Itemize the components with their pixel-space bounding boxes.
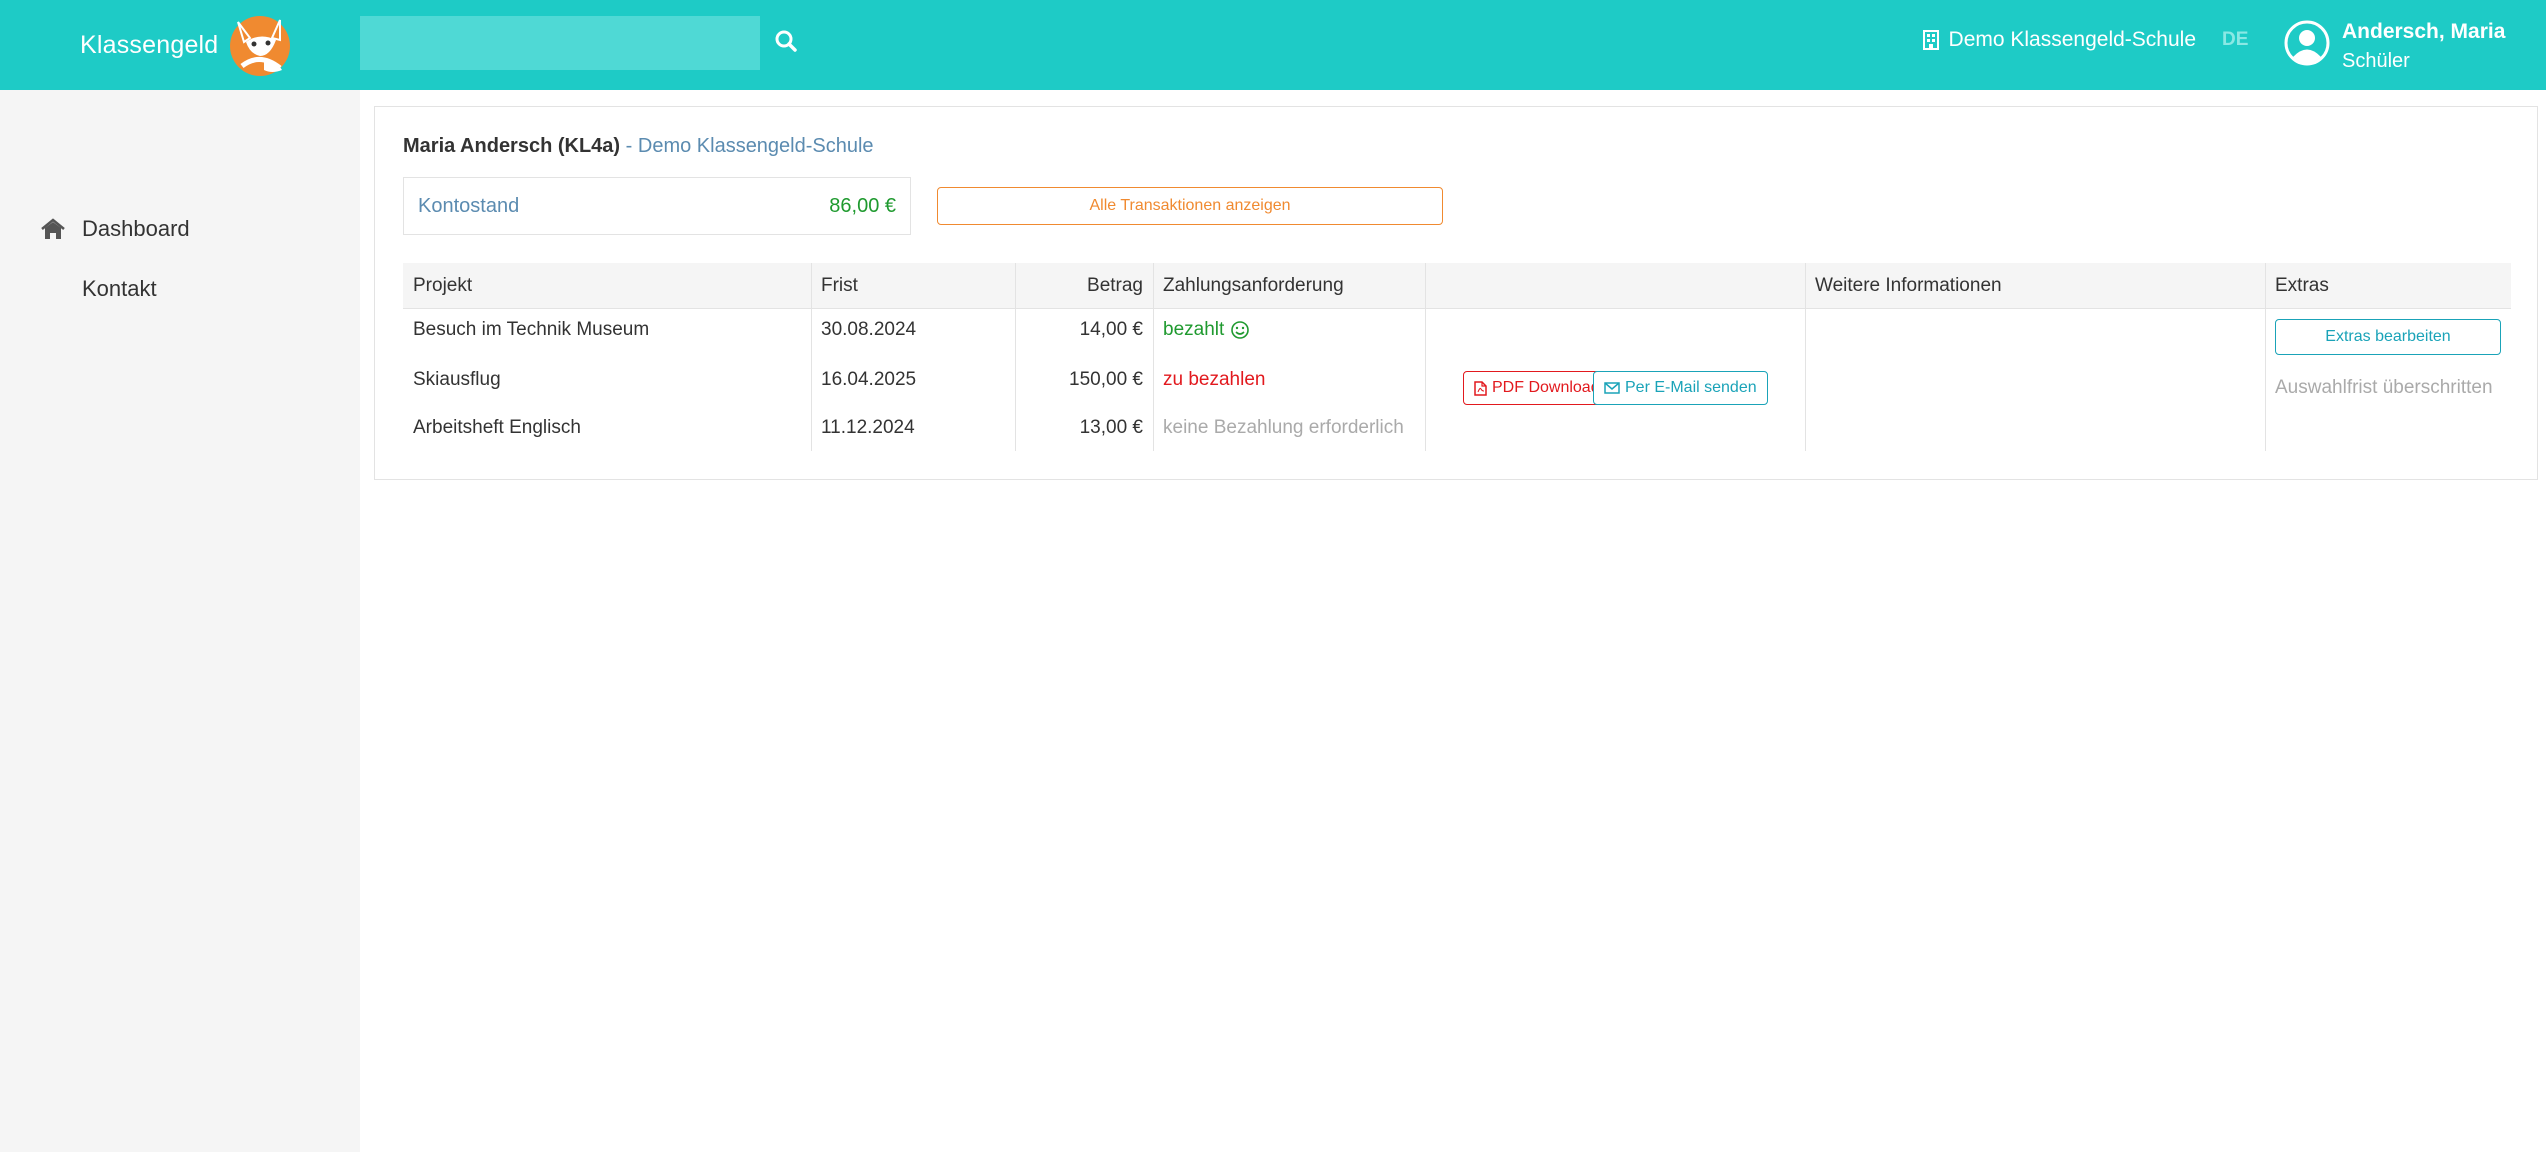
column-header-projekt[interactable]: Projekt xyxy=(403,263,811,309)
status-due: zu bezahlen xyxy=(1163,369,1266,390)
column-divider xyxy=(1425,263,1426,451)
top-navbar: Klassengeld Demo Klassengeld-Schule DE A… xyxy=(0,0,2546,90)
status-no-payment: keine Bezahlung erforderlich xyxy=(1163,417,1404,438)
cell-project: Besuch im Technik Museum xyxy=(413,319,650,340)
fox-logo-icon xyxy=(230,16,291,76)
extras-expired-text: Auswahlfrist überschritten xyxy=(2275,377,2493,398)
column-header-extras[interactable]: Extras xyxy=(2265,263,2511,309)
cell-amount: 150,00 € xyxy=(1069,369,1143,390)
pdf-download-label: PDF Download xyxy=(1492,379,1600,396)
search-icon[interactable] xyxy=(772,27,800,55)
language-switch[interactable]: DE xyxy=(2222,29,2248,51)
table-header: Projekt Frist Betrag Zahlungsanforderung… xyxy=(403,263,2511,309)
send-email-button[interactable]: Per E-Mail senden xyxy=(1593,371,1768,405)
all-transactions-button[interactable]: Alle Transaktionen anzeigen xyxy=(937,187,1443,225)
cell-deadline: 11.12.2024 xyxy=(821,417,915,438)
sidebar-item-dashboard[interactable]: Dashboard xyxy=(40,216,190,242)
column-header-weitere-informationen[interactable]: Weitere Informationen xyxy=(1805,263,2265,309)
balance-value: 86,00 € xyxy=(829,194,896,217)
building-icon xyxy=(1922,30,1939,50)
school-selector[interactable]: Demo Klassengeld-Schule xyxy=(1922,28,2196,52)
cell-deadline: 16.04.2025 xyxy=(821,369,917,390)
school-name: Demo Klassengeld-Schule xyxy=(1948,28,2196,51)
column-divider xyxy=(2265,263,2266,451)
smile-icon xyxy=(1231,321,1250,339)
column-header-frist[interactable]: Frist xyxy=(811,263,1015,309)
title-separator: - xyxy=(620,135,638,157)
sidebar: Dashboard Kontakt xyxy=(0,90,360,1152)
user-role: Schüler xyxy=(2342,50,2410,72)
cell-amount: 13,00 € xyxy=(1079,417,1143,438)
cell-amount: 14,00 € xyxy=(1079,319,1143,340)
status-paid: bezahlt xyxy=(1163,319,1225,340)
search-input[interactable] xyxy=(360,16,760,70)
envelope-icon xyxy=(1604,382,1620,394)
sidebar-item-label: Dashboard xyxy=(82,216,190,241)
student-name: Maria Andersch (KL4a) xyxy=(403,135,621,157)
cell-deadline: 30.08.2024 xyxy=(821,319,917,340)
cell-project: Skiausflug xyxy=(413,369,501,390)
column-header-betrag[interactable]: Betrag xyxy=(1015,263,1153,309)
pdf-download-button[interactable]: PDF Download xyxy=(1463,371,1611,405)
edit-extras-button[interactable]: Extras bearbeiten xyxy=(2275,319,2501,355)
sidebar-item-kontakt[interactable]: Kontakt xyxy=(82,276,157,302)
user-menu[interactable]: Andersch, Maria Schüler xyxy=(2284,18,2505,76)
brand-logo[interactable]: Klassengeld xyxy=(80,0,296,90)
home-icon xyxy=(41,218,65,239)
send-email-label: Per E-Mail senden xyxy=(1625,379,1757,396)
cell-project: Arbeitsheft Englisch xyxy=(413,417,581,438)
balance-label: Kontostand xyxy=(418,194,520,217)
column-divider xyxy=(1805,263,1806,451)
cell-status: bezahlt xyxy=(1153,319,1260,341)
student-account-card: Maria Andersch (KL4a) - Demo Klassengeld… xyxy=(374,106,2538,480)
user-avatar-icon xyxy=(2284,20,2330,66)
brand-name: Klassengeld xyxy=(80,30,219,59)
sidebar-item-label: Kontakt xyxy=(82,276,157,301)
account-balance: Kontostand 86,00 € xyxy=(403,177,911,235)
page-title: Maria Andersch (KL4a) - Demo Klassengeld… xyxy=(403,135,874,158)
school-name: Demo Klassengeld-Schule xyxy=(637,135,874,157)
pdf-file-icon xyxy=(1474,380,1487,396)
user-name: Andersch, Maria xyxy=(2342,20,2506,43)
column-header-zahlungsanforderung[interactable]: Zahlungsanforderung xyxy=(1153,263,1425,309)
column-header-actions xyxy=(1425,263,1805,309)
